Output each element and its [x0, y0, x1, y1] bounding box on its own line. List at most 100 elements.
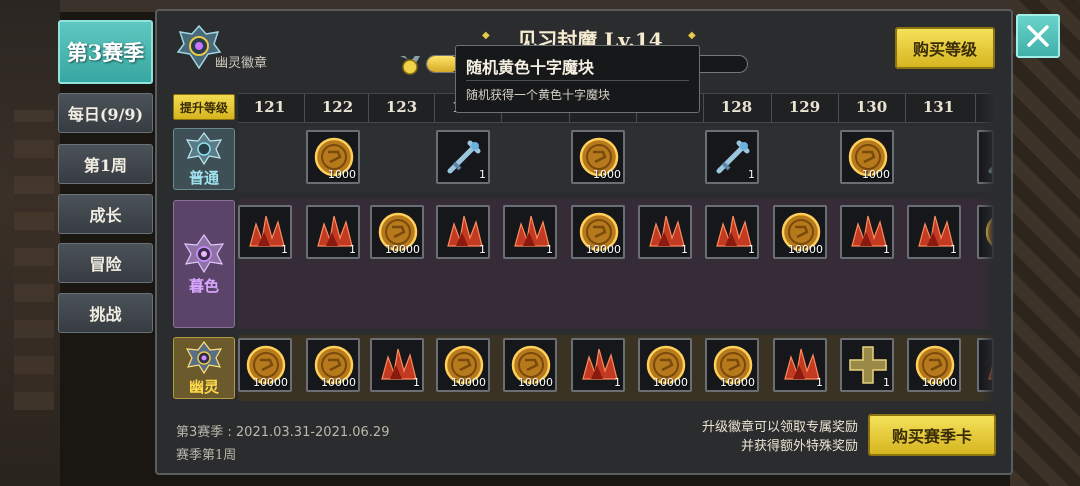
normal-tier-icon [185, 131, 223, 165]
column-separator [771, 94, 772, 122]
reward-quantity: 1 [281, 243, 288, 256]
reward-quantity: 1 [883, 243, 890, 256]
season-tab[interactable]: 第3赛季 [58, 20, 153, 84]
close-button[interactable] [1016, 14, 1060, 58]
level-column-131: 131 [922, 98, 955, 116]
column-separator [838, 94, 839, 122]
reward-quantity: 1000 [593, 168, 621, 181]
reward-quantity: 10000 [253, 376, 288, 389]
item-tooltip: 随机黄色十字魔块 随机获得一个黄色十字魔块 [455, 45, 700, 113]
reward-slot-twilight[interactable]: 1 [238, 205, 292, 259]
reward-quantity: 1 [546, 243, 553, 256]
reward-slot-normal[interactable]: 1 [705, 130, 759, 184]
reward-slot-ghost[interactable]: 10000 [306, 338, 360, 392]
reward-quantity: 10000 [321, 376, 356, 389]
column-separator [975, 94, 976, 122]
title-ornament-left: ◆ [482, 30, 490, 41]
reward-slot-normal[interactable]: 1 [436, 130, 490, 184]
reward-quantity: 1000 [328, 168, 356, 181]
reward-slot-ghost[interactable]: 10000 [436, 338, 490, 392]
close-icon [1027, 25, 1049, 47]
tier-label-twilight: 暮色 [188, 276, 219, 295]
twilight-tier-icon [183, 233, 225, 273]
reward-slot-ghost[interactable]: 1 [840, 338, 894, 392]
reward-slot-twilight[interactable]: 10000 [370, 205, 424, 259]
side-menu-week1[interactable]: 第1周 [58, 144, 153, 184]
column-separator [304, 94, 305, 122]
reward-slot-twilight[interactable]: 10000 [773, 205, 827, 259]
title-ornament-right: ◆ [688, 30, 696, 41]
buy-level-button[interactable]: 购买等级 [895, 27, 995, 69]
reward-slot-normal[interactable]: 1000 [571, 130, 625, 184]
reward-quantity: 10000 [653, 376, 688, 389]
reward-quantity: 1 [816, 376, 823, 389]
badge-label: 幽灵徽章 [215, 56, 268, 71]
reward-slot-twilight[interactable]: 1 [306, 205, 360, 259]
tooltip-divider [466, 80, 689, 81]
reward-slot-ghost[interactable]: 10000 [705, 338, 759, 392]
side-menu-growth[interactable]: 成长 [58, 194, 153, 234]
reward-slot-ghost[interactable]: 10000 [238, 338, 292, 392]
reward-slot-twilight[interactable]: 1 [436, 205, 490, 259]
level-column-122: 122 [321, 98, 354, 116]
side-menu-daily[interactable]: 每日(9/9) [58, 93, 153, 133]
reward-quantity: 1 [748, 168, 755, 181]
season-dates: 第3赛季 : 2021.03.31-2021.06.29 [176, 425, 390, 440]
reward-slot-twilight[interactable]: 1 [638, 205, 692, 259]
background-stair [14, 110, 54, 410]
reward-quantity: 1 [614, 376, 621, 389]
promo-text: 升级徽章可以领取专属奖励 并获得额外特殊奖励 [600, 418, 858, 456]
tier-normal: 普通 [173, 128, 235, 190]
reward-quantity: 1 [748, 243, 755, 256]
background-right [1010, 0, 1080, 486]
reward-quantity: 1 [413, 376, 420, 389]
level-column-130: 130 [855, 98, 888, 116]
reward-slot-twilight[interactable]: 10000 [571, 205, 625, 259]
level-column-128: 128 [720, 98, 753, 116]
reward-slot-ghost[interactable]: 1 [370, 338, 424, 392]
tier-ghost: 幽灵 [173, 337, 235, 399]
reward-quantity: 10000 [451, 376, 486, 389]
reward-quantity: 10000 [385, 243, 420, 256]
reward-quantity: 1 [479, 168, 486, 181]
reward-slot-twilight[interactable]: 1 [503, 205, 557, 259]
reward-slot-twilight[interactable]: 1 [907, 205, 961, 259]
reward-quantity: 10000 [922, 376, 957, 389]
reward-slot-ghost[interactable]: 10000 [907, 338, 961, 392]
tooltip-description: 随机获得一个黄色十字魔块 [466, 88, 611, 102]
side-menu-adventure[interactable]: 冒险 [58, 243, 153, 283]
reward-slot-ghost[interactable]: 1 [773, 338, 827, 392]
tier-twilight: 暮色 [173, 200, 235, 328]
promo-line-2: 并获得额外特殊奖励 [740, 439, 858, 454]
medal-icon [400, 56, 420, 75]
tier-label-normal: 普通 [188, 168, 219, 187]
upgrade-level-button[interactable]: 提升等级 [173, 94, 235, 120]
reward-slot-ghost[interactable]: 1 [571, 338, 625, 392]
buy-season-card-button[interactable]: 购买赛季卡 [868, 414, 996, 456]
reward-quantity: 1 [681, 243, 688, 256]
column-separator [434, 94, 435, 122]
season-week: 赛季第1周 [176, 448, 237, 463]
reward-quantity: 10000 [518, 376, 553, 389]
ghost-tier-icon [185, 340, 223, 374]
reward-quantity: 1 [950, 243, 957, 256]
reward-slot-normal[interactable]: 1000 [840, 130, 894, 184]
tooltip-title: 随机黄色十字魔块 [466, 58, 595, 77]
column-separator [703, 94, 704, 122]
level-column-123: 123 [385, 98, 418, 116]
reward-slot-normal[interactable]: 1000 [306, 130, 360, 184]
reward-slot-twilight[interactable]: 1 [705, 205, 759, 259]
reward-slot-ghost[interactable]: 10000 [638, 338, 692, 392]
reward-quantity: 10000 [586, 243, 621, 256]
tier-label-ghost: 幽灵 [188, 377, 219, 396]
level-column-129: 129 [788, 98, 821, 116]
side-menu-challenge[interactable]: 挑战 [58, 293, 153, 333]
reward-slot-ghost[interactable]: 10000 [503, 338, 557, 392]
reward-quantity: 1 [883, 376, 890, 389]
column-separator [905, 94, 906, 122]
level-column-121: 121 [253, 98, 286, 116]
reward-slot-twilight[interactable]: 1 [840, 205, 894, 259]
reward-quantity: 1 [479, 243, 486, 256]
reward-quantity: 10000 [788, 243, 823, 256]
reward-quantity: 1000 [862, 168, 890, 181]
